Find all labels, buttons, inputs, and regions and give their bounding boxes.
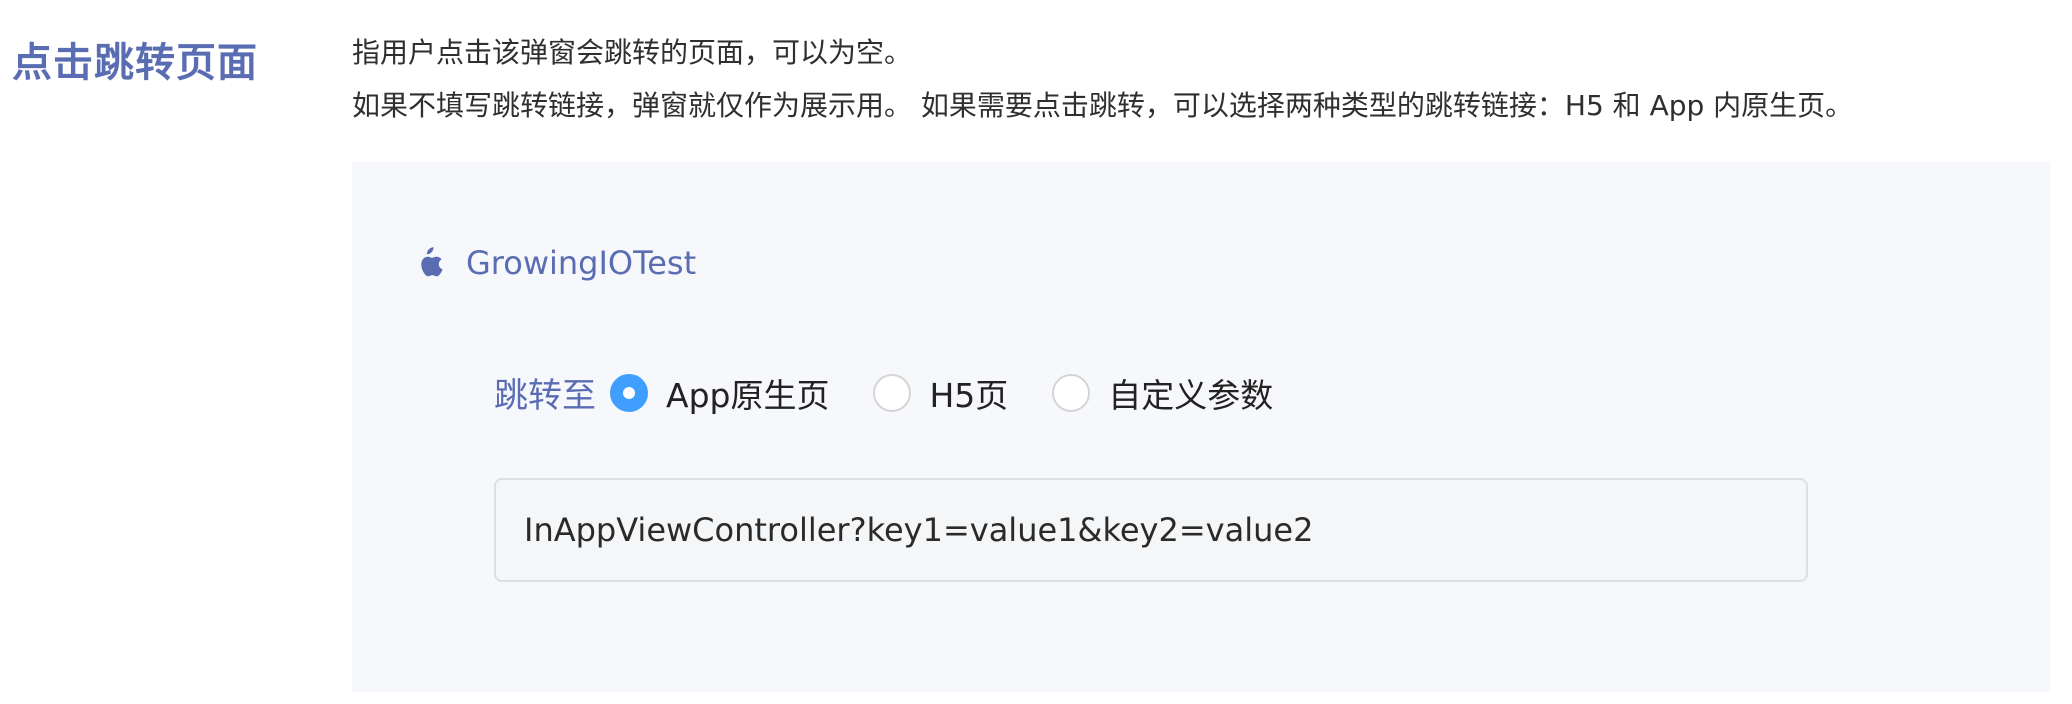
radio-custom-params[interactable] — [1052, 373, 1091, 412]
radio-app-native[interactable] — [610, 373, 648, 412]
jump-target-label: 跳转至 — [494, 376, 596, 416]
jump-config-panel: GrowingIOTest 跳转至 App原生页 H5页 自定义参数 — [352, 162, 2050, 692]
page: 点击跳转页面 指用户点击该弹窗会跳转的页面，可以为空。 如果不填写跳转链接，弹窗… — [0, 0, 2072, 704]
app-name: GrowingIOTest — [466, 244, 697, 282]
radio-option-h5[interactable]: H5页 — [873, 369, 1008, 417]
radio-label-custom-params: 自定义参数 — [1108, 375, 1274, 415]
radio-label-h5: H5页 — [929, 375, 1009, 415]
radio-option-custom-params[interactable]: 自定义参数 — [1052, 369, 1273, 417]
description-line-2: 如果不填写跳转链接，弹窗就仅作为展示用。 如果需要点击跳转，可以选择两种类型的跳… — [352, 89, 1854, 122]
jump-target-row: 跳转至 App原生页 H5页 自定义参数 — [494, 368, 1317, 417]
jump-link-input[interactable] — [494, 478, 1808, 582]
description: 指用户点击该弹窗会跳转的页面，可以为空。 如果不填写跳转链接，弹窗就仅作为展示用… — [352, 26, 1853, 132]
radio-label-app-native: App原生页 — [666, 375, 830, 415]
radio-h5[interactable] — [873, 373, 912, 412]
description-line-1: 指用户点击该弹窗会跳转的页面，可以为空。 — [352, 36, 913, 69]
section-title: 点击跳转页面 — [12, 40, 258, 86]
app-header: GrowingIOTest — [412, 244, 696, 282]
radio-option-app-native[interactable]: App原生页 — [610, 369, 829, 417]
apple-icon — [412, 245, 444, 281]
